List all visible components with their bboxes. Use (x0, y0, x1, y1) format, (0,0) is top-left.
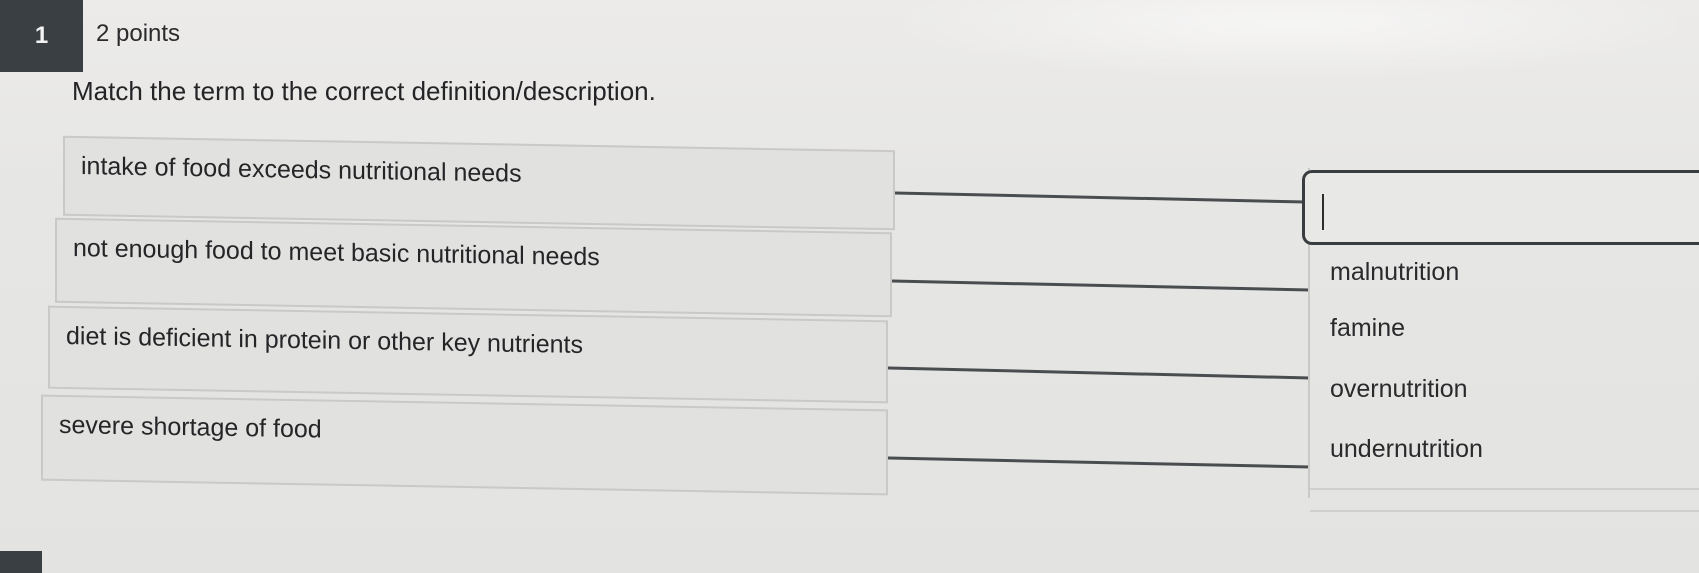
option-undernutrition[interactable]: undernutrition (1330, 435, 1483, 464)
option-overnutrition[interactable]: overnutrition (1330, 375, 1468, 404)
term-label: severe shortage of food (59, 410, 322, 444)
term-label: intake of food exceeds nutritional needs (81, 152, 522, 188)
option-famine[interactable]: famine (1330, 314, 1405, 343)
term-box-3[interactable]: diet is deficient in protein or other ke… (48, 305, 888, 404)
screen-glare (880, 0, 1699, 80)
next-question-tab[interactable] (0, 551, 42, 573)
term-label: diet is deficient in protein or other ke… (66, 321, 583, 360)
option-malnutrition[interactable]: malnutrition (1330, 258, 1459, 287)
connector-line-2 (891, 279, 1311, 292)
term-label: not enough food to meet basic nutritiona… (73, 234, 600, 272)
panel-divider (1310, 488, 1699, 490)
question-number-badge: 1 (0, 0, 83, 72)
panel-divider (1310, 510, 1699, 512)
connector-line-3 (887, 366, 1311, 380)
question-prompt: Match the term to the correct definition… (72, 76, 656, 106)
connector-line-4 (887, 456, 1311, 469)
question-points: 2 points (96, 20, 181, 47)
term-box-1[interactable]: intake of food exceeds nutritional needs (63, 135, 895, 231)
term-box-4[interactable]: severe shortage of food (41, 394, 888, 496)
text-cursor (1322, 194, 1324, 230)
connector-line-1 (894, 191, 1307, 204)
term-box-2[interactable]: not enough food to meet basic nutritiona… (55, 217, 892, 318)
answer-drop-slot[interactable] (1302, 170, 1699, 245)
